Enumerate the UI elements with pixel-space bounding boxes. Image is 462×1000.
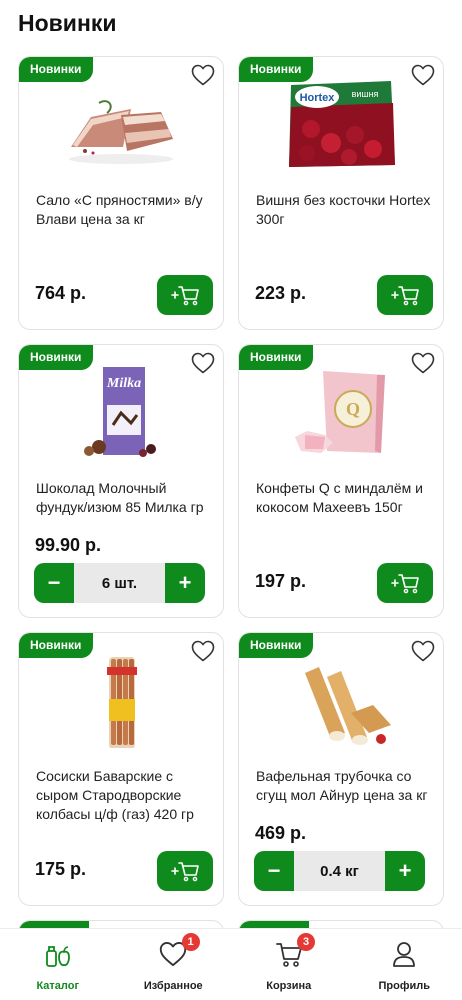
product-image-cherry: Hortex вишня (289, 81, 395, 167)
add-cart-icon (170, 860, 200, 882)
product-price: 223 р. (255, 283, 307, 303)
svg-text:Q: Q (346, 399, 360, 419)
product-image-sausages (107, 657, 137, 748)
tab-label: Корзина (266, 980, 312, 992)
product-price: 469 р. (255, 823, 307, 843)
product-image-candy: Q (295, 371, 385, 453)
quantity-stepper[interactable]: − 0.4 кг + (254, 851, 425, 891)
product-image-wafer-rolls (305, 667, 391, 745)
product-card[interactable]: Новинки Сосиски Баварские с сыром Старод… (18, 632, 224, 906)
page-title: Новинки (18, 10, 117, 36)
favorite-heart-icon[interactable] (191, 352, 215, 374)
increase-button[interactable]: + (385, 851, 425, 891)
product-price: 197 р. (255, 571, 307, 591)
add-to-cart-button[interactable] (157, 851, 213, 891)
decrease-button[interactable]: − (34, 563, 74, 603)
favorite-heart-icon[interactable] (411, 352, 435, 374)
product-card[interactable]: Новинки Hortex вишня Вишня без косточки … (238, 56, 444, 330)
product-price: 99.90 р. (35, 535, 102, 555)
product-card[interactable]: Новинки Q Конфеты Q с миндалём и кокосом… (238, 344, 444, 618)
tab-label: Избранное (143, 980, 203, 992)
tab-favorites[interactable]: 1 Избранное (116, 929, 232, 1000)
favorite-heart-icon[interactable] (411, 64, 435, 86)
tab-catalog[interactable]: Каталог (0, 929, 116, 1000)
catalog-icon (43, 939, 73, 969)
product-name: Вишня без косточки Hortex 300г (256, 192, 431, 227)
product-name: Шоколад Молочный фундук/изюм 85 Милка гр (36, 480, 204, 515)
add-cart-icon (390, 572, 420, 594)
product-card[interactable]: Новинки Milka Шоколад Молочный фундук/из… (18, 344, 224, 618)
favorite-heart-icon[interactable] (191, 64, 215, 86)
profile-icon (389, 939, 419, 969)
favorite-heart-icon[interactable] (411, 640, 435, 662)
product-image-salo (69, 100, 173, 164)
product-price: 764 р. (35, 283, 87, 303)
favorites-count-badge: 1 (181, 933, 200, 951)
tab-cart[interactable]: 3 Корзина (231, 929, 347, 1000)
add-to-cart-button[interactable] (157, 275, 213, 315)
product-card[interactable]: Новинки Сало «С пряностями» в/у Влави це… (18, 56, 224, 330)
svg-text:Hortex: Hortex (300, 92, 336, 104)
bottom-tab-bar: Каталог 1 Избранное 3 Корзина Профиль (0, 928, 462, 1000)
tab-label: Каталог (36, 980, 80, 992)
svg-text:Milka: Milka (106, 376, 141, 391)
product-card[interactable]: Новинки Вафельная трубочка со сгущ мол А… (238, 632, 444, 906)
decrease-button[interactable]: − (254, 851, 294, 891)
quantity-stepper[interactable]: − 6 шт. + (34, 563, 205, 603)
product-image-milka: Milka (84, 367, 156, 457)
add-to-cart-button[interactable] (377, 563, 433, 603)
product-name: Вафельная трубочка со сгущ мол Айнур цен… (256, 768, 428, 803)
tab-label: Профиль (378, 980, 430, 992)
cart-count-badge: 3 (297, 933, 315, 951)
add-cart-icon (170, 284, 200, 306)
favorite-heart-icon[interactable] (191, 640, 215, 662)
svg-text:вишня: вишня (352, 89, 379, 99)
add-to-cart-button[interactable] (377, 275, 433, 315)
quantity-value: 0.4 кг (320, 862, 359, 880)
product-name: Сало «С пряностями» в/у Влави цена за кг (36, 192, 203, 227)
increase-button[interactable]: + (165, 563, 205, 603)
product-name: Сосиски Баварские с сыром Стародворские … (36, 768, 194, 822)
product-name: Конфеты Q с миндалём и кокосом Махеевъ 1… (256, 480, 423, 515)
add-cart-icon (390, 284, 420, 306)
quantity-value: 6 шт. (101, 574, 138, 592)
product-price: 175 р. (35, 859, 87, 879)
tab-profile[interactable]: Профиль (347, 929, 462, 1000)
